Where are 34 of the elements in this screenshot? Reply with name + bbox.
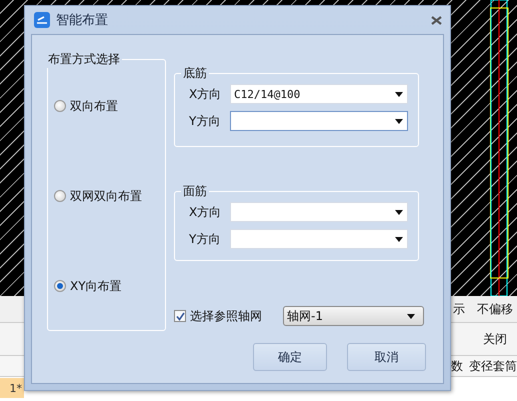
checkbox[interactable] (174, 310, 186, 322)
radio-button[interactable] (54, 190, 66, 202)
dropdown-field[interactable]: C12/14@100 (230, 84, 408, 104)
caret-icon (395, 236, 403, 242)
group-title: 底筋 (182, 65, 208, 82)
window-title: 智能布置 (56, 12, 109, 29)
caret-icon (395, 92, 403, 96)
field-label: X方向 (189, 86, 222, 102)
column-header: 数 (451, 358, 463, 374)
radio-label: 双向布置 (70, 98, 118, 114)
close-icon[interactable] (431, 16, 442, 24)
close-label[interactable]: 关闭 (483, 330, 507, 348)
field-label: Y方向 (189, 230, 222, 248)
toolbar-label[interactable]: 示 (453, 300, 465, 318)
ok-button[interactable]: 确定 (253, 343, 327, 371)
group-title: 面筋 (182, 183, 208, 200)
checkbox-label: 选择参照轴网 (190, 308, 262, 324)
caret-icon (407, 314, 415, 318)
group-title: 布置方式选择 (47, 51, 121, 68)
column-header: 变径套筒 (469, 358, 517, 374)
caret-icon (395, 118, 403, 124)
app-icon (34, 12, 50, 28)
field-label: Y方向 (189, 112, 222, 130)
radio-button[interactable] (54, 100, 66, 112)
cancel-button[interactable]: 取消 (347, 343, 426, 371)
radio-label: XY向布置 (70, 278, 122, 294)
toolbar-label[interactable]: 不偏移 (477, 300, 513, 318)
grid-dropdown[interactable]: 轴网-1 (283, 306, 424, 326)
dropdown-field[interactable] (230, 111, 408, 131)
caret-icon (395, 210, 403, 214)
row-header: 1* (0, 378, 24, 398)
radio-button[interactable] (54, 280, 66, 292)
radio-label: 双网双向布置 (70, 188, 142, 204)
field-label: X方向 (189, 204, 222, 220)
